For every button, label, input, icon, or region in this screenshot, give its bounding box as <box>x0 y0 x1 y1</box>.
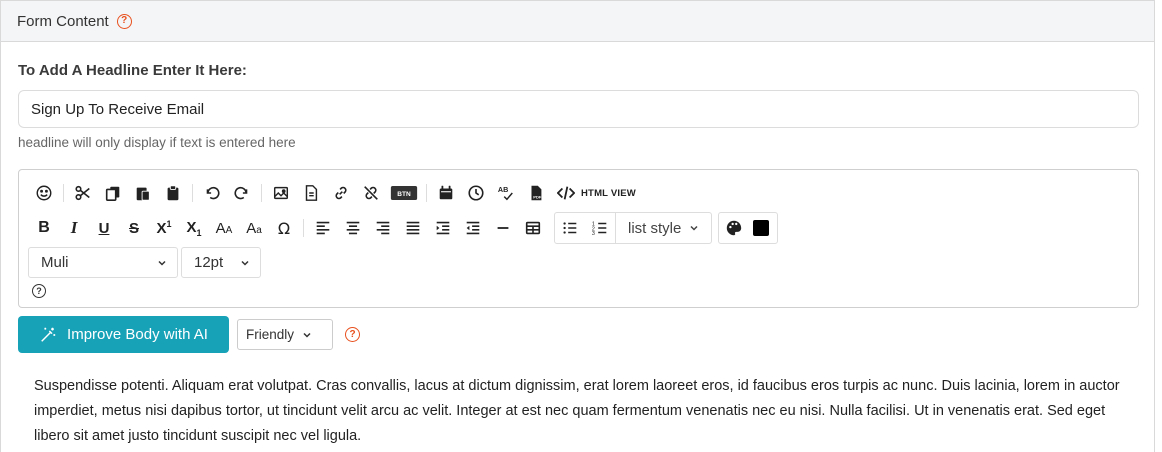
calendar-icon[interactable] <box>431 178 461 208</box>
font-family-select[interactable]: Muli <box>28 247 178 278</box>
bullet-list-icon[interactable] <box>555 213 585 243</box>
emoji-icon[interactable] <box>29 178 59 208</box>
bold-icon[interactable]: B <box>29 213 59 243</box>
copy-icon[interactable] <box>98 178 128 208</box>
headline-hint: headline will only display if text is en… <box>18 135 296 150</box>
align-left-icon[interactable] <box>308 213 338 243</box>
text-color-swatch[interactable] <box>753 220 770 236</box>
toolbar-help-icon[interactable]: ? <box>32 284 46 298</box>
font-size-select[interactable]: 12pt <box>181 247 261 278</box>
magic-wand-icon <box>41 327 56 342</box>
cut-icon[interactable] <box>68 178 98 208</box>
undo-icon[interactable] <box>197 178 227 208</box>
italic-icon[interactable]: I <box>59 213 89 243</box>
toolbar-separator <box>63 184 64 202</box>
indent-icon[interactable] <box>428 213 458 243</box>
paste-text-icon[interactable] <box>158 178 188 208</box>
unlink-icon[interactable] <box>356 178 386 208</box>
panel-header: Form Content ? <box>1 1 1154 42</box>
headline-input[interactable] <box>18 90 1139 128</box>
superscript-icon[interactable]: X1 <box>149 213 179 243</box>
toolbar-separator <box>192 184 193 202</box>
toolbar-separator <box>426 184 427 202</box>
list-style-dropdown[interactable]: list style <box>615 213 711 243</box>
lowercase-icon[interactable]: Aa <box>239 213 269 243</box>
chevron-down-icon <box>690 225 698 231</box>
help-icon[interactable]: ? <box>116 13 132 29</box>
tone-value: Friendly <box>246 327 295 342</box>
omega-icon[interactable]: Ω <box>269 213 299 243</box>
pdf-icon[interactable]: PDF <box>521 178 551 208</box>
align-right-icon[interactable] <box>368 213 398 243</box>
align-center-icon[interactable] <box>338 213 368 243</box>
horizontal-rule-icon[interactable] <box>488 213 518 243</box>
tone-select[interactable]: Friendly <box>237 319 333 350</box>
editor-toolbar: BTN AB PDF HTML VIEW B I U S X1 X1 AA Aa… <box>18 169 1139 308</box>
form-content-panel: Form Content ? To Add A Headline Enter I… <box>0 0 1155 452</box>
outdent-icon[interactable] <box>458 213 488 243</box>
underline-icon[interactable]: U <box>89 213 119 243</box>
redo-icon[interactable] <box>227 178 257 208</box>
chevron-down-icon <box>303 332 311 338</box>
font-size-value: 12pt <box>194 254 224 271</box>
panel-title: Form Content <box>17 12 109 30</box>
button-icon-label: BTN <box>397 191 411 198</box>
toolbar-separator <box>303 219 304 237</box>
justify-icon[interactable] <box>398 213 428 243</box>
chevron-down-icon <box>241 260 249 266</box>
palette-icon[interactable] <box>719 213 749 243</box>
strikethrough-icon[interactable]: S <box>119 213 149 243</box>
subscript-icon[interactable]: X1 <box>179 213 209 243</box>
ai-help-icon[interactable]: ? <box>345 327 360 342</box>
improve-body-ai-button[interactable]: Improve Body with AI <box>18 316 229 353</box>
headline-label: To Add A Headline Enter It Here: <box>18 62 247 79</box>
image-icon[interactable] <box>266 178 296 208</box>
link-icon[interactable] <box>326 178 356 208</box>
svg-text:AB: AB <box>498 185 508 194</box>
chevron-down-icon <box>158 260 166 266</box>
spellcheck-icon[interactable]: AB <box>491 178 521 208</box>
button-icon[interactable]: BTN <box>386 178 422 208</box>
svg-text:3: 3 <box>592 231 595 237</box>
table-icon[interactable] <box>518 213 548 243</box>
html-view-button[interactable]: HTML VIEW <box>551 178 642 208</box>
clock-icon[interactable] <box>461 178 491 208</box>
improve-body-ai-label: Improve Body with AI <box>67 326 208 343</box>
document-icon[interactable] <box>296 178 326 208</box>
toolbar-separator <box>261 184 262 202</box>
font-family-value: Muli <box>41 254 69 271</box>
uppercase-icon[interactable]: AA <box>209 213 239 243</box>
svg-text:PDF: PDF <box>533 194 542 199</box>
numbered-list-icon[interactable]: 123 <box>585 213 615 243</box>
paste-icon[interactable] <box>128 178 158 208</box>
body-content[interactable]: Suspendisse potenti. Aliquam erat volutp… <box>34 374 1129 449</box>
html-view-label: HTML VIEW <box>581 187 636 199</box>
list-group: 123 list style <box>554 212 713 244</box>
list-style-label: list style <box>628 219 682 237</box>
color-group <box>718 212 779 244</box>
